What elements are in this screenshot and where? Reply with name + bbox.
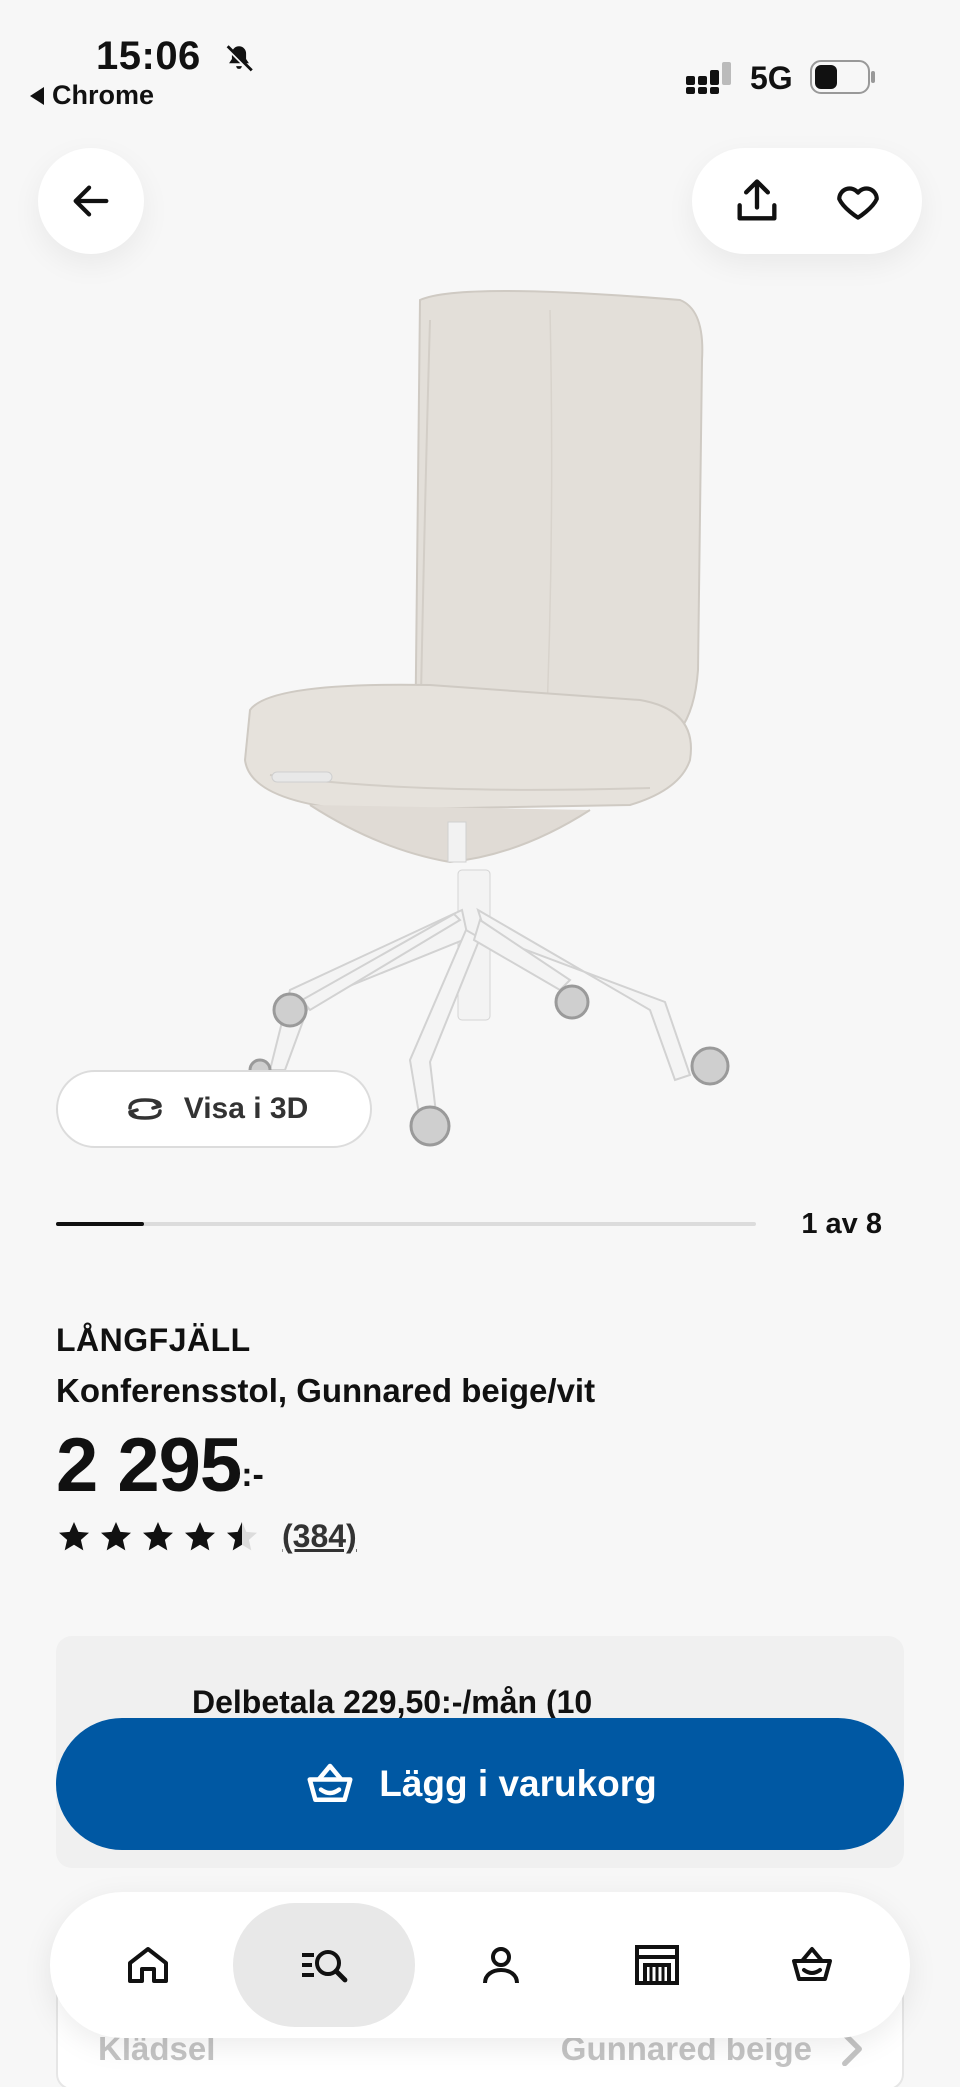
price-value: 2 295: [56, 1423, 242, 1508]
view-3d-label: Visa i 3D: [183, 1092, 309, 1125]
network-type: 5G: [750, 60, 793, 96]
home-icon: [127, 1947, 168, 1983]
add-to-cart-button[interactable]: Lägg i varukorg: [56, 1718, 904, 1850]
profile-icon: [482, 1947, 519, 1984]
bell-muted-icon: [224, 44, 254, 74]
installment-text: Delbetala 229,50:-/mån (10: [192, 1684, 593, 1720]
rotate-3d-icon: [127, 1098, 162, 1120]
star-icon: [59, 1521, 89, 1550]
battery-icon: [810, 60, 875, 94]
rating[interactable]: (384): [56, 1518, 357, 1555]
search-icon: [302, 1950, 348, 1983]
status-time: 15:06: [96, 34, 201, 78]
cart-icon: [792, 1947, 833, 1981]
review-count-link[interactable]: (384): [282, 1518, 357, 1555]
product-price: 2 295 :-: [56, 1422, 264, 1509]
tab-search[interactable]: [233, 1903, 416, 2027]
tab-home[interactable]: [78, 1903, 218, 2027]
bottom-nav: [50, 1892, 910, 2038]
product-image[interactable]: [210, 290, 770, 1160]
product-brand: LÅNGFJÄLL: [56, 1322, 251, 1358]
gallery-progress: [56, 1222, 756, 1226]
cellular-signal-icon: [686, 62, 731, 94]
heart-icon: [836, 186, 879, 220]
tab-store[interactable]: [587, 1903, 727, 2027]
back-button[interactable]: [38, 148, 144, 254]
star-icon: [143, 1521, 173, 1550]
arrow-left-icon: [73, 185, 109, 217]
add-to-cart-label: Lägg i varukorg: [379, 1763, 657, 1804]
gallery-counter: 1 av 8: [801, 1208, 882, 1240]
star-icon: [185, 1521, 215, 1550]
store-icon: [634, 1945, 679, 1985]
tab-profile[interactable]: [431, 1903, 571, 2027]
product-description: Konferensstol, Gunnared beige/vit: [56, 1372, 596, 1409]
star-icon: [227, 1521, 257, 1550]
top-actions: [692, 148, 922, 254]
gallery-progress-fill: [56, 1222, 144, 1226]
back-to-app[interactable]: Chrome: [30, 80, 154, 111]
price-suffix: :-: [241, 1456, 264, 1494]
share-icon: [737, 179, 776, 221]
back-app-label: Chrome: [52, 80, 155, 110]
star-icon: [101, 1521, 131, 1550]
rating-stars: [56, 1519, 260, 1555]
back-triangle-icon: [30, 86, 44, 105]
basket-icon: [307, 1763, 353, 1802]
tab-cart[interactable]: [742, 1903, 882, 2027]
view-3d-button[interactable]: Visa i 3D: [56, 1070, 372, 1148]
share-button[interactable]: [727, 171, 787, 231]
favorite-button[interactable]: [828, 171, 888, 231]
